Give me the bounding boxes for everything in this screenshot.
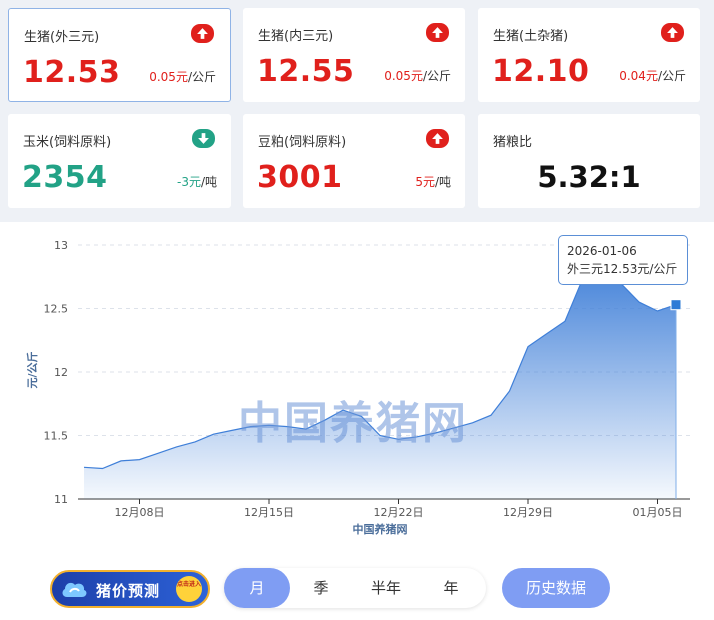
price-card-corn[interactable]: 玉米(饲料原料) 2354 -3元/吨 bbox=[8, 114, 231, 208]
period-tabs: 月 季 半年 年 bbox=[224, 568, 486, 608]
card-change: 0.05元/公斤 bbox=[384, 69, 451, 83]
price-card-soymeal[interactable]: 豆粕(饲料原料) 3001 5元/吨 bbox=[243, 114, 465, 208]
card-change: -3元/吨 bbox=[176, 175, 217, 189]
card-price: 12.10 bbox=[492, 54, 590, 89]
card-price: 2354 bbox=[22, 160, 108, 195]
y-axis-label: 元/公斤 bbox=[25, 351, 39, 388]
x-tick-label: 12月29日 bbox=[503, 506, 553, 519]
card-price: 12.53 bbox=[23, 55, 121, 90]
chart-tooltip: 2026-01-06 外三元12.53元/公斤 bbox=[558, 235, 688, 285]
x-axis-label: 中国养猪网 bbox=[353, 522, 408, 536]
up-arrow-icon bbox=[191, 24, 214, 43]
tooltip-date: 2026-01-06 bbox=[567, 244, 637, 258]
tooltip-text: 外三元12.53元/公斤 bbox=[567, 262, 678, 276]
tab-month[interactable]: 月 bbox=[224, 568, 290, 608]
ratio-value: 5.32:1 bbox=[537, 160, 641, 194]
predict-label: 猪价预测 bbox=[96, 582, 161, 600]
y-tick-labels: 13 12.5 12 11.5 11 bbox=[44, 239, 69, 506]
tab-year[interactable]: 年 bbox=[420, 568, 482, 608]
tab-half-year[interactable]: 半年 bbox=[352, 568, 420, 608]
tab-quarter[interactable]: 季 bbox=[290, 568, 352, 608]
price-card-neisanyuan[interactable]: 生猪(内三元) 12.55 0.05元/公斤 bbox=[243, 8, 465, 102]
card-price: 12.55 bbox=[257, 54, 355, 89]
up-arrow-icon bbox=[661, 23, 684, 42]
series-area-fill bbox=[84, 270, 676, 499]
series-area bbox=[83, 269, 682, 499]
price-card-hog-grain-ratio[interactable]: 猪粮比 5.32:1 bbox=[478, 114, 700, 208]
watermark: 中国养猪网 bbox=[238, 398, 468, 449]
cloud-icon bbox=[62, 582, 87, 597]
card-name: 生猪(外三元) bbox=[24, 30, 100, 45]
y-tick-label: 13 bbox=[54, 239, 68, 252]
up-arrow-icon bbox=[426, 23, 449, 42]
x-tick-label: 12月08日 bbox=[115, 506, 165, 519]
card-price: 3001 bbox=[257, 160, 343, 195]
y-tick-label: 12.5 bbox=[44, 303, 69, 316]
card-name: 玉米(饲料原料) bbox=[23, 135, 112, 150]
bottom-bar: 猪价预测 点击进入 月 季 半年 年 历史数据 bbox=[0, 542, 714, 620]
y-tick-label: 11.5 bbox=[44, 430, 69, 443]
hover-point-marker bbox=[670, 299, 682, 311]
x-tick-label: 01月05日 bbox=[633, 506, 683, 519]
price-predict-button[interactable]: 猪价预测 点击进入 bbox=[50, 570, 210, 608]
x-tick-label: 12月15日 bbox=[244, 506, 294, 519]
card-name: 猪粮比 bbox=[493, 135, 533, 150]
y-tick-label: 12 bbox=[54, 366, 68, 379]
price-chart[interactable]: 13 12.5 12 11.5 11 12月08日 12月15日 12月22日 12月29日 0… bbox=[0, 222, 714, 542]
price-card-tuzazhu[interactable]: 生猪(土杂猪) 12.10 0.04元/公斤 bbox=[478, 8, 700, 102]
price-card-waisanyuan[interactable]: 生猪(外三元) 12.53 0.05元/公斤 bbox=[8, 8, 231, 102]
up-arrow-icon bbox=[426, 129, 449, 148]
card-name: 生猪(土杂猪) bbox=[493, 29, 569, 44]
card-change: 0.05元/公斤 bbox=[149, 70, 216, 84]
enter-badge: 点击进入 bbox=[176, 576, 202, 602]
y-tick-label: 11 bbox=[54, 493, 68, 506]
card-name: 生猪(内三元) bbox=[258, 29, 334, 44]
history-data-button[interactable]: 历史数据 bbox=[502, 568, 610, 608]
x-tick-label: 12月22日 bbox=[374, 506, 424, 519]
down-arrow-icon bbox=[192, 129, 215, 148]
card-change: 0.04元/公斤 bbox=[619, 69, 686, 83]
card-change: 5元/吨 bbox=[415, 175, 451, 189]
x-axis: 12月08日 12月15日 12月22日 12月29日 01月05日 bbox=[78, 498, 690, 519]
card-name: 豆粕(饲料原料) bbox=[258, 135, 347, 150]
